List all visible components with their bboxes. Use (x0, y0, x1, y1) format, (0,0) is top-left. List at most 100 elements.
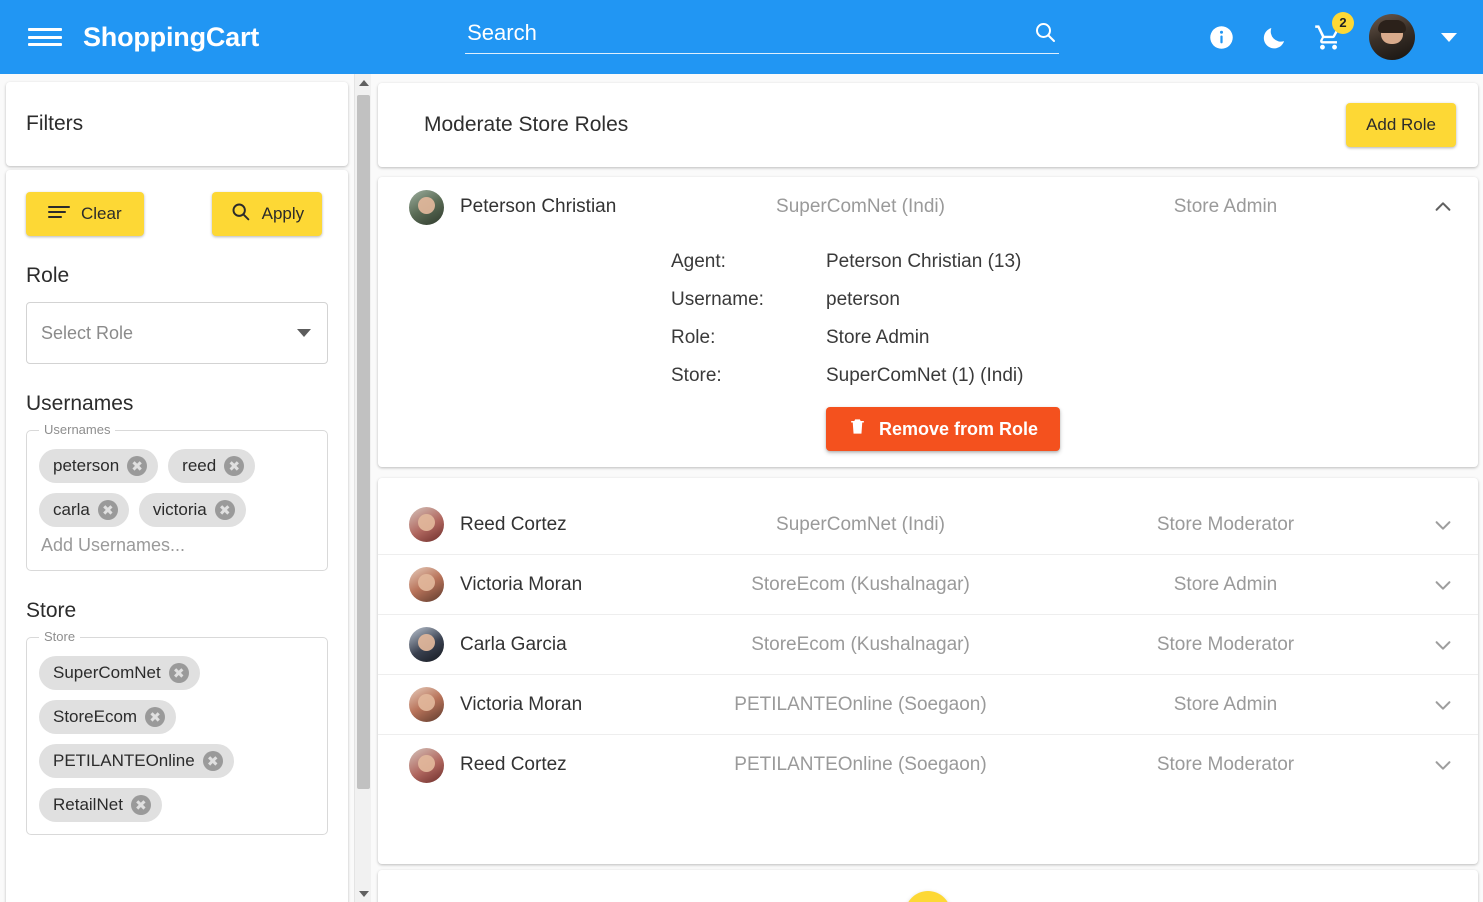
add-role-button[interactable]: Add Role (1346, 103, 1456, 147)
avatar (409, 687, 444, 722)
apply-button[interactable]: Apply (211, 192, 323, 236)
detail-key: Role: (671, 327, 716, 348)
scrollbar-thumb[interactable] (357, 95, 370, 789)
table-row[interactable]: Victoria Moran StoreEcom (Kushalnagar) S… (378, 555, 1478, 615)
row-user: Reed Cortez (378, 507, 678, 542)
role-section-label: Role (26, 264, 70, 287)
row-role: Store Moderator (1156, 633, 1295, 655)
search-input[interactable] (465, 20, 1060, 46)
row-role: Store Admin (1173, 693, 1278, 715)
clear-button-label: Clear (81, 204, 122, 223)
pagination-current-page[interactable]: 1 (905, 891, 951, 902)
remove-from-role-button[interactable]: Remove from Role (826, 407, 1061, 451)
detail-line: Role: Store Admin (378, 319, 1478, 357)
list-item[interactable]: carla ✖ (39, 493, 129, 527)
avatar (409, 507, 444, 542)
table-row[interactable]: Victoria Moran PETILANTEOnline (Soegaon)… (378, 675, 1478, 735)
row-store: SuperComNet (Indi) (776, 513, 945, 535)
chevron-down-icon (297, 329, 311, 337)
close-icon[interactable]: ✖ (224, 456, 245, 476)
row-role: Store Admin (1173, 196, 1278, 217)
detail-value: Store Admin (826, 327, 930, 348)
row-name: Peterson Christian (460, 196, 617, 217)
detail-line: Store: SuperComNet (1) (Indi) (378, 357, 1478, 395)
chevron-down-icon[interactable] (1441, 32, 1457, 42)
close-icon[interactable]: ✖ (97, 500, 118, 520)
role-select[interactable]: Select Role (26, 302, 328, 364)
search-icon[interactable] (1033, 20, 1057, 49)
chip-label: victoria (152, 500, 207, 519)
chevron-down-icon[interactable] (1408, 694, 1478, 716)
detail-value: peterson (826, 289, 900, 310)
content-header-card: Moderate Store Roles Add Role (378, 83, 1478, 167)
detail-value: Peterson Christian (13) (826, 251, 1022, 272)
usernames-input[interactable] (39, 527, 315, 558)
table-row[interactable]: Carla Garcia StoreEcom (Kushalnagar) Sto… (378, 615, 1478, 675)
row-store: SuperComNet (Indi) (776, 196, 945, 217)
avatar (409, 747, 444, 783)
store-chip-field[interactable]: Store SuperComNet ✖ StoreEcom ✖ PETILANT… (26, 629, 328, 835)
search-field-wrapper[interactable] (465, 20, 1060, 54)
row-user: Reed Cortez (378, 747, 678, 783)
list-item[interactable]: SuperComNet ✖ (39, 656, 200, 690)
scroll-down-arrow-icon[interactable] (355, 885, 372, 902)
list-item[interactable]: victoria ✖ (138, 493, 246, 527)
row-user: Carla Garcia (378, 627, 678, 662)
list-item[interactable]: reed ✖ (168, 449, 256, 483)
detail-key: Agent: (671, 251, 726, 272)
store-field-legend: Store (39, 629, 81, 644)
detail-key: Username: (671, 289, 764, 310)
main-content: Moderate Store Roles Add Role Peterson C… (372, 74, 1483, 902)
row-name: Reed Cortez (460, 513, 567, 535)
apply-button-label: Apply (261, 204, 305, 223)
list-item[interactable]: StoreEcom ✖ (39, 700, 177, 734)
usernames-chip-list: peterson ✖ reed ✖ carla ✖ victoria ✖ (39, 449, 315, 527)
close-icon[interactable]: ✖ (145, 707, 166, 727)
avatar (409, 627, 444, 662)
row-name: Victoria Moran (460, 573, 583, 595)
chevron-down-icon[interactable] (1408, 574, 1478, 596)
chevron-down-icon[interactable] (1408, 754, 1478, 776)
clear-button[interactable]: Clear (26, 192, 144, 236)
detail-line: Username: peterson (378, 281, 1478, 319)
detail-key: Store: (671, 365, 722, 386)
close-icon[interactable]: ✖ (127, 456, 148, 476)
avatar[interactable] (1369, 14, 1415, 60)
cart-count-badge: 2 (1332, 11, 1354, 34)
chevron-up-icon[interactable] (1408, 196, 1478, 218)
page-title: Filters (26, 112, 84, 135)
avatar (409, 189, 444, 225)
usernames-field-legend: Usernames (39, 422, 116, 437)
usernames-chip-field[interactable]: Usernames peterson ✖ reed ✖ carla ✖ vict… (26, 422, 328, 571)
expanded-role-card: Peterson Christian SuperComNet (Indi) St… (378, 177, 1478, 467)
table-row[interactable]: Reed Cortez SuperComNet (Indi) Store Mod… (378, 495, 1478, 555)
row-store: StoreEcom (Kushalnagar) (751, 573, 970, 595)
app-bar-actions: 2 (1208, 11, 1457, 60)
shopping-cart-icon[interactable]: 2 (1314, 11, 1354, 52)
filter-lines-icon (48, 204, 70, 225)
list-item[interactable]: peterson ✖ (39, 449, 159, 483)
close-icon[interactable]: ✖ (202, 751, 223, 771)
chip-label: RetailNet (53, 795, 123, 814)
avatar (409, 567, 444, 602)
close-icon[interactable]: ✖ (168, 663, 189, 683)
table-row[interactable]: Peterson Christian SuperComNet (Indi) St… (378, 177, 1478, 237)
scroll-up-arrow-icon[interactable] (355, 74, 372, 91)
table-row[interactable]: Reed Cortez PETILANTEOnline (Soegaon) St… (378, 735, 1478, 795)
chevron-down-icon[interactable] (1408, 634, 1478, 656)
list-item[interactable]: RetailNet ✖ (39, 788, 162, 822)
chevron-down-icon[interactable] (1408, 514, 1478, 536)
sidebar-scrollbar[interactable] (354, 74, 371, 902)
chip-label: StoreEcom (53, 707, 138, 726)
store-section-label: Store (26, 599, 77, 622)
moon-dark-mode-icon[interactable] (1261, 24, 1288, 51)
info-icon[interactable] (1208, 24, 1235, 51)
close-icon[interactable]: ✖ (214, 500, 235, 520)
search-icon (230, 201, 251, 227)
row-user: Victoria Moran (378, 567, 678, 602)
close-icon[interactable]: ✖ (130, 795, 151, 815)
filter-actions: Clear Apply (26, 192, 328, 236)
list-item[interactable]: PETILANTEOnline ✖ (39, 744, 234, 778)
row-name: Carla Garcia (460, 633, 567, 655)
hamburger-menu-icon[interactable] (28, 24, 62, 50)
